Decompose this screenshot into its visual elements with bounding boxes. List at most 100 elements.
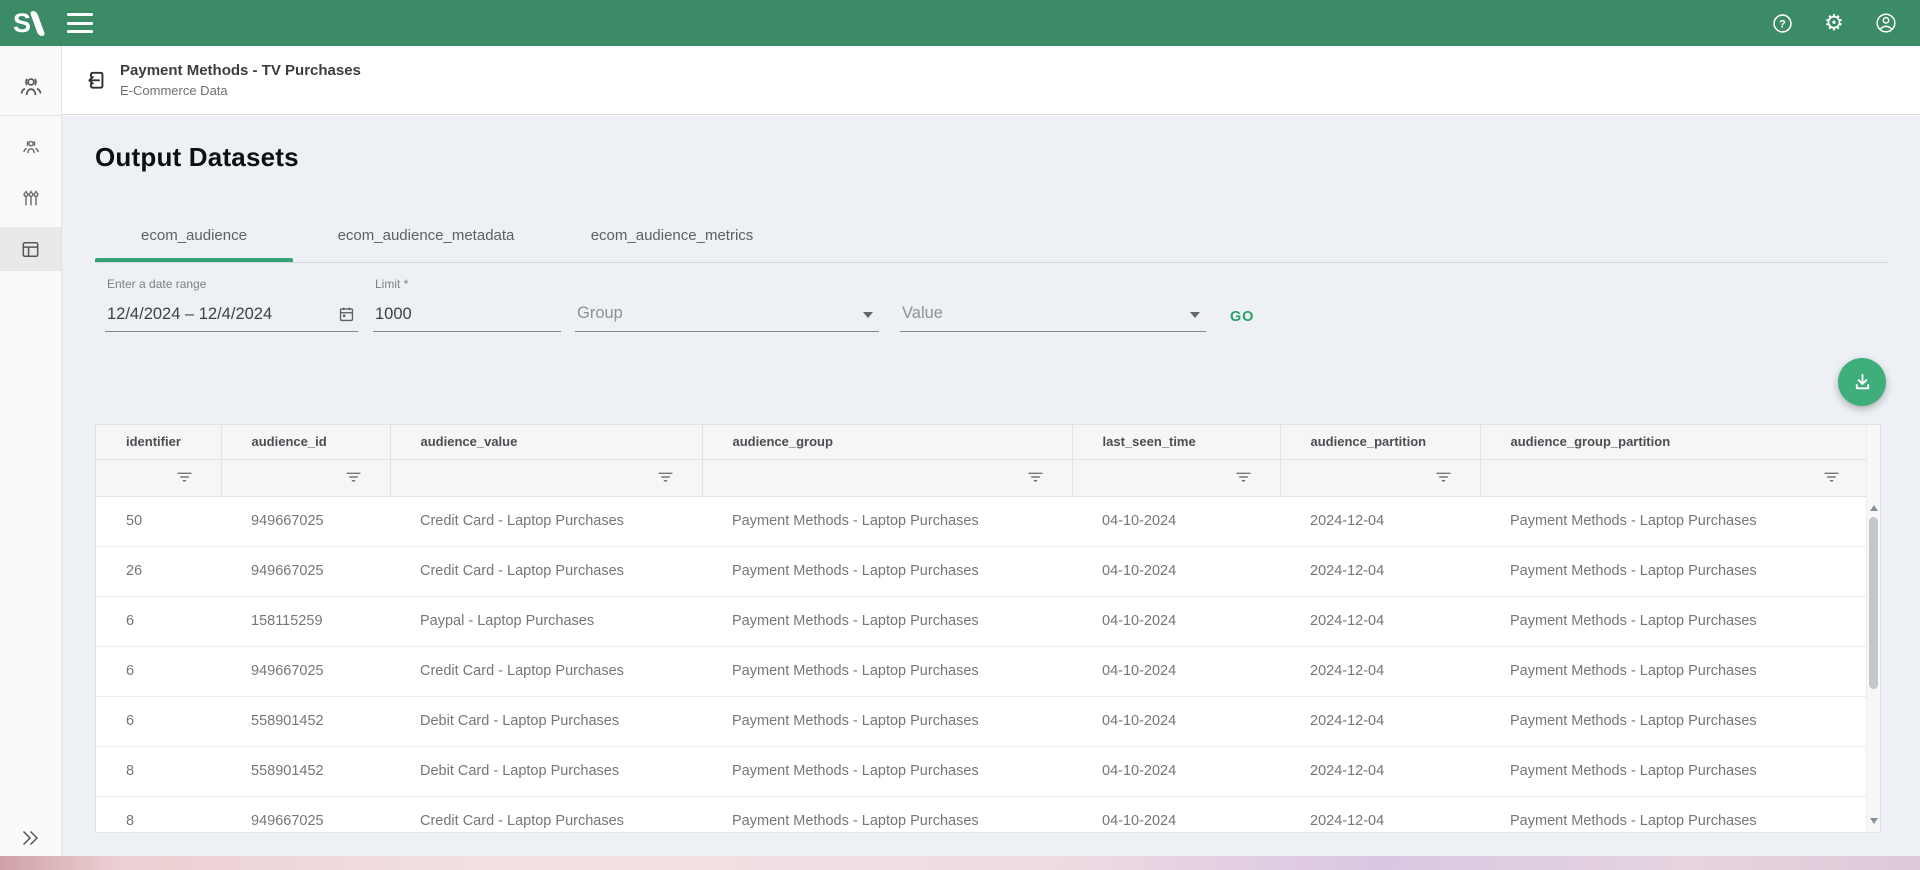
value-placeholder: Value — [902, 304, 943, 323]
column-header[interactable]: identifier — [96, 425, 221, 459]
scroll-down-arrow-icon[interactable] — [1870, 818, 1878, 824]
scroll-up-arrow-icon[interactable] — [1870, 505, 1878, 511]
table-cell: Payment Methods - Laptop Purchases — [1480, 746, 1868, 796]
column-filter-button[interactable] — [1433, 466, 1454, 490]
table-cell: 2024-12-04 — [1280, 596, 1480, 646]
table-cell: 2024-12-04 — [1280, 696, 1480, 746]
column-filter-button[interactable] — [1233, 466, 1254, 490]
column-header[interactable]: audience_group_partition — [1480, 425, 1868, 459]
table-cell: Payment Methods - Laptop Purchases — [1480, 646, 1868, 696]
filter-icon — [657, 468, 674, 485]
limit-value[interactable]: 1000 — [375, 305, 412, 324]
exit-back-icon — [84, 67, 111, 94]
column-filter-button[interactable] — [1821, 466, 1842, 490]
limit-label: Limit * — [375, 277, 408, 291]
chevron-down-icon — [863, 312, 873, 318]
table-cell: 04-10-2024 — [1072, 796, 1280, 833]
gear-icon[interactable]: ⚙ — [1822, 11, 1846, 35]
table-cell: Payment Methods - Laptop Purchases — [702, 496, 1072, 546]
account-icon[interactable] — [1874, 11, 1898, 35]
tab-ecom-audience[interactable]: ecom_audience — [95, 212, 293, 258]
filter-icon — [1235, 468, 1252, 485]
page-header-text: Payment Methods - TV Purchases E-Commerc… — [120, 60, 361, 100]
table-cell: Paypal - Laptop Purchases — [390, 596, 702, 646]
table-icon — [19, 238, 42, 261]
app-root: S ? ⚙ — [0, 0, 1920, 870]
table-row[interactable]: 26949667025Credit Card - Laptop Purchase… — [96, 546, 1868, 596]
filter-icon — [1027, 468, 1044, 485]
column-header[interactable]: audience_partition — [1280, 425, 1480, 459]
column-header[interactable]: last_seen_time — [1072, 425, 1280, 459]
tab-ecom-audience-metrics[interactable]: ecom_audience_metrics — [559, 212, 785, 258]
group-select[interactable]: Group — [575, 275, 879, 332]
column-header[interactable]: audience_id — [221, 425, 390, 459]
download-fab[interactable] — [1838, 358, 1886, 406]
help-icon[interactable]: ? — [1770, 11, 1794, 35]
table-cell: Credit Card - Laptop Purchases — [390, 496, 702, 546]
table-cell: 8 — [96, 746, 221, 796]
sidebar-item-datasets[interactable] — [0, 227, 61, 271]
table-cell: 50 — [96, 496, 221, 546]
table-cell: 04-10-2024 — [1072, 546, 1280, 596]
table-cell: 558901452 — [221, 746, 390, 796]
logo-slash-mark — [29, 11, 45, 36]
sidebar-item-settings[interactable] — [0, 176, 61, 220]
table-cell: 2024-12-04 — [1280, 496, 1480, 546]
table-vertical-scrollbar[interactable] — [1866, 425, 1880, 832]
table-row[interactable]: 8949667025Credit Card - Laptop Purchases… — [96, 796, 1868, 833]
sidebar-item-audiences[interactable] — [0, 66, 61, 110]
table-cell: 558901452 — [221, 696, 390, 746]
table-cell: 2024-12-04 — [1280, 646, 1480, 696]
table-row[interactable]: 6949667025Credit Card - Laptop Purchases… — [96, 646, 1868, 696]
table-cell: 6 — [96, 646, 221, 696]
table-cell: 158115259 — [221, 596, 390, 646]
table-filter-row — [96, 459, 1868, 496]
date-range-field[interactable]: Enter a date range 12/4/2024 – 12/4/2024 — [105, 275, 358, 332]
column-filter-button[interactable] — [655, 466, 676, 490]
go-button[interactable]: GO — [1230, 304, 1300, 330]
hamburger-menu-icon[interactable] — [67, 13, 93, 33]
table-row[interactable]: 6558901452Debit Card - Laptop PurchasesP… — [96, 696, 1868, 746]
table-cell: 949667025 — [221, 796, 390, 833]
table-row[interactable]: 6158115259Paypal - Laptop PurchasesPayme… — [96, 596, 1868, 646]
limit-field[interactable]: Limit * 1000 — [373, 275, 561, 332]
table-cell: Debit Card - Laptop Purchases — [390, 696, 702, 746]
date-range-value[interactable]: 12/4/2024 – 12/4/2024 — [107, 305, 272, 324]
table-cell: 8 — [96, 796, 221, 833]
download-icon — [1851, 371, 1874, 394]
column-header[interactable]: audience_value — [390, 425, 702, 459]
svg-text:?: ? — [1779, 18, 1786, 30]
calendar-icon[interactable] — [336, 305, 356, 325]
sidebar-item-segments[interactable] — [0, 126, 61, 170]
double-chevron-right-icon — [18, 826, 42, 850]
scrollbar-thumb[interactable] — [1869, 517, 1878, 689]
value-select[interactable]: Value — [900, 275, 1206, 332]
table-cell: 949667025 — [221, 496, 390, 546]
table-row[interactable]: 8558901452Debit Card - Laptop PurchasesP… — [96, 746, 1868, 796]
sidebar-divider — [0, 115, 61, 116]
table-cell: Credit Card - Laptop Purchases — [390, 796, 702, 833]
back-icon[interactable] — [82, 65, 112, 95]
table-cell: Debit Card - Laptop Purchases — [390, 746, 702, 796]
table-cell: Payment Methods - Laptop Purchases — [702, 746, 1072, 796]
table-row[interactable]: 50949667025Credit Card - Laptop Purchase… — [96, 496, 1868, 546]
main-content: Output Datasets ecom_audience ecom_audie… — [62, 116, 1920, 870]
table-cell: 2024-12-04 — [1280, 746, 1480, 796]
table-cell: Payment Methods - Laptop Purchases — [1480, 596, 1868, 646]
column-filter-button[interactable] — [174, 466, 195, 490]
column-filter-button[interactable] — [343, 466, 364, 490]
table-cell: Payment Methods - Laptop Purchases — [702, 646, 1072, 696]
table-cell: Payment Methods - Laptop Purchases — [1480, 546, 1868, 596]
table-cell: 04-10-2024 — [1072, 596, 1280, 646]
topbar-actions: ? ⚙ — [1770, 11, 1898, 35]
column-header[interactable]: audience_group — [702, 425, 1072, 459]
bottom-scrollbar-strip — [0, 856, 1920, 870]
tab-ecom-audience-metadata[interactable]: ecom_audience_metadata — [293, 212, 559, 258]
table-body: 50949667025Credit Card - Laptop Purchase… — [96, 496, 1868, 833]
column-filter-button[interactable] — [1025, 466, 1046, 490]
table-cell: Payment Methods - Laptop Purchases — [1480, 496, 1868, 546]
table-cell: 2024-12-04 — [1280, 796, 1480, 833]
expand-sidebar-button[interactable] — [10, 822, 50, 854]
table-cell: 04-10-2024 — [1072, 646, 1280, 696]
logo-letter: S — [13, 8, 30, 39]
